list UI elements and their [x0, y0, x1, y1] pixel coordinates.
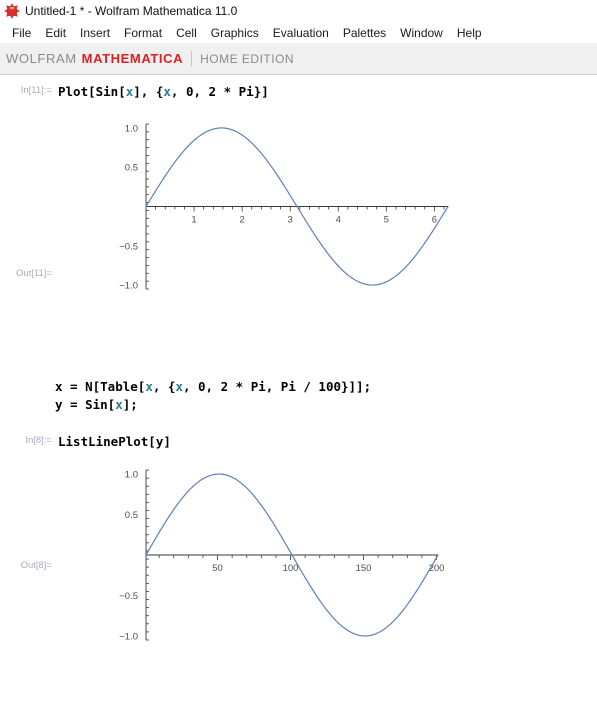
input-cell-assignments[interactable]: x = N[Table[x, {x, 0, 2 * Pi, Pi / 100}]… — [0, 374, 597, 426]
code-symbol-x: x — [175, 379, 183, 394]
menu-item-file[interactable]: File — [5, 25, 38, 41]
input-cell-plot[interactable]: In[11]:= Plot[Sin[x], {x, 0, 2 * Pi}] — [0, 76, 597, 106]
code-token: y — [55, 397, 63, 412]
menu-item-format[interactable]: Format — [117, 25, 169, 41]
y-tick-label: −0.5 — [119, 591, 138, 602]
output-cell-plot-sin[interactable]: Out[11]= 1 2 3 4 5 6 −1.0 −0.5 0.5 1.0 — [0, 106, 597, 374]
banner-mathematica-text: MATHEMATICA — [81, 51, 184, 66]
x-tick-label: 1 — [191, 215, 196, 226]
banner-divider — [191, 51, 193, 66]
banner-wolfram-text: WOLFRAM — [6, 51, 77, 66]
window-title-bar: Untitled-1 * - Wolfram Mathematica 11.0 — [0, 0, 597, 22]
plot-sin-graphic[interactable]: 1 2 3 4 5 6 −1.0 −0.5 0.5 1.0 — [58, 106, 478, 371]
y-tick-label: −0.5 — [119, 241, 138, 252]
input-cell-listlineplot[interactable]: In[8]:= ListLinePlot[y] — [0, 426, 597, 456]
code-token: ListLinePlot[ — [58, 434, 156, 449]
y-tick-label: −1.0 — [119, 631, 138, 642]
output-cell-plot-listline[interactable]: Out[8]= 50 100 150 200 −1.0 −0.5 0.5 1.0 — [0, 456, 597, 696]
plot-listline-graphic[interactable]: 50 100 150 200 −1.0 −0.5 0.5 1.0 — [58, 456, 458, 686]
in-label-11[interactable]: In[11]:= — [0, 76, 52, 106]
code-token: Plot[Sin[ — [58, 84, 126, 99]
menu-item-edit[interactable]: Edit — [38, 25, 73, 41]
window-title-text: Untitled-1 * - Wolfram Mathematica 11.0 — [25, 4, 238, 18]
x-tick-label: 4 — [336, 215, 341, 226]
input-code-assign-x[interactable]: x = N[Table[x, {x, 0, 2 * Pi, Pi / 100}]… — [55, 378, 371, 395]
menu-item-help[interactable]: Help — [450, 25, 489, 41]
y-tick-label: 0.5 — [125, 510, 138, 521]
code-token: , 0, 2 * Pi}] — [170, 84, 269, 99]
out-label-8[interactable]: Out[8]= — [0, 560, 52, 571]
out-label-11[interactable]: Out[11]= — [0, 268, 52, 279]
code-token: = N[Table[ — [62, 379, 146, 394]
code-symbol-x: x — [145, 379, 153, 394]
y-tick-label: 0.5 — [125, 163, 138, 174]
y-tick-label: −1.0 — [119, 281, 138, 292]
menu-item-palettes[interactable]: Palettes — [336, 25, 393, 41]
y-tick-label: 1.0 — [125, 123, 138, 134]
code-token: , 0, 2 * Pi, Pi / 100}]]; — [182, 379, 372, 394]
menu-item-evaluation[interactable]: Evaluation — [266, 25, 336, 41]
code-token: x — [55, 379, 63, 394]
wolfram-branding-banner: WOLFRAM MATHEMATICA HOME EDITION — [0, 43, 597, 75]
code-symbol-x: x — [115, 397, 123, 412]
code-symbol-x: x — [163, 84, 171, 99]
code-token: ] — [163, 434, 171, 449]
input-code-listlineplot[interactable]: ListLinePlot[y] — [58, 433, 171, 450]
wolfram-spikey-icon — [4, 3, 20, 19]
menu-item-graphics[interactable]: Graphics — [204, 25, 266, 41]
input-code-plot[interactable]: Plot[Sin[x], {x, 0, 2 * Pi}] — [58, 83, 269, 100]
x-tick-label: 50 — [212, 563, 223, 574]
y-tick-label: 1.0 — [125, 470, 138, 481]
code-token: ], { — [133, 84, 164, 99]
x-tick-label: 100 — [283, 563, 299, 574]
banner-edition-text: HOME EDITION — [200, 51, 295, 66]
x-tick-label: 5 — [384, 215, 389, 226]
code-token: , { — [152, 379, 176, 394]
input-code-assign-y[interactable]: y = Sin[x]; — [55, 396, 138, 413]
x-tick-label: 3 — [288, 215, 293, 226]
code-token: ]; — [122, 397, 138, 412]
menu-bar: File Edit Insert Format Cell Graphics Ev… — [0, 22, 597, 43]
x-tick-label: 6 — [432, 215, 437, 226]
notebook-canvas[interactable]: In[11]:= Plot[Sin[x], {x, 0, 2 * Pi}] Ou… — [0, 76, 597, 709]
menu-item-insert[interactable]: Insert — [73, 25, 117, 41]
in-label-8[interactable]: In[8]:= — [0, 426, 52, 456]
menu-item-cell[interactable]: Cell — [169, 25, 204, 41]
menu-item-window[interactable]: Window — [393, 25, 450, 41]
x-tick-label: 200 — [429, 563, 445, 574]
x-tick-label: 2 — [239, 215, 244, 226]
code-token: = Sin[ — [62, 397, 116, 412]
x-tick-label: 150 — [356, 563, 372, 574]
